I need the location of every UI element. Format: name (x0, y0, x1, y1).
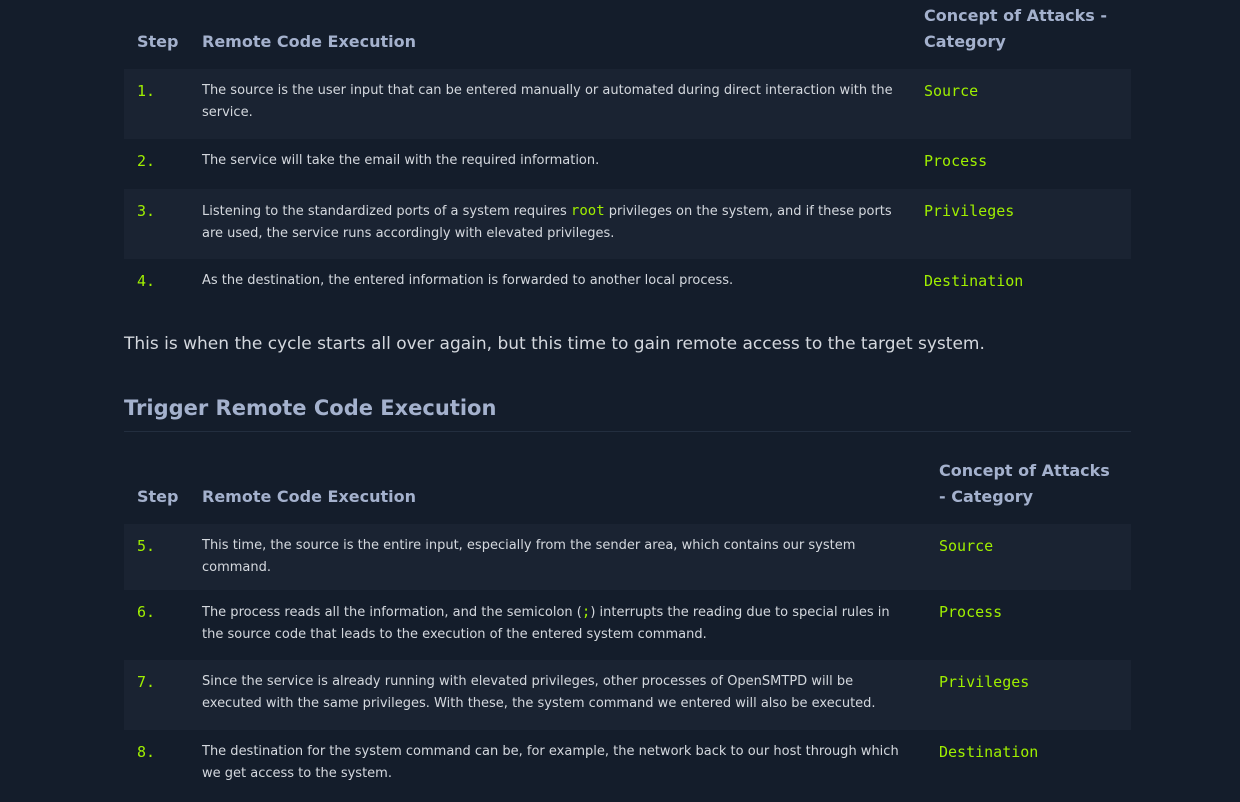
step-category: Destination (939, 743, 1039, 761)
table-header-row: Step Remote Code Execution Concept of At… (124, 444, 1131, 524)
step-number: 8. (137, 743, 156, 761)
step-number: 7. (124, 660, 189, 730)
header-remote-code-execution: Remote Code Execution (202, 487, 417, 506)
header-category: Concept of Attacks - Category (939, 461, 1110, 506)
table-header-row: Step Remote Code Execution Concept of At… (124, 0, 1131, 69)
header-step: Step (137, 487, 179, 506)
step-description: The process reads all the information, a… (189, 590, 926, 660)
step-description: Listening to the standardized ports of a… (189, 189, 911, 259)
step-number: 1. (124, 69, 189, 139)
article-content: Step Remote Code Execution Concept of At… (124, 0, 1131, 802)
table-row: 5. This time, the source is the entire i… (124, 524, 1131, 590)
step-category: Source (911, 69, 1131, 139)
step-description: The destination for the system command c… (202, 744, 899, 781)
step-number: 2. (137, 152, 156, 170)
header-step: Step (137, 32, 179, 51)
desc-text: The process reads all the information, a… (202, 605, 582, 620)
step-number: 3. (124, 189, 189, 259)
step-category: Privileges (926, 660, 1131, 730)
header-category: Concept of Attacks - Category (924, 6, 1107, 51)
table-row: 7. Since the service is already running … (124, 660, 1131, 730)
table-row: 2. The service will take the email with … (124, 139, 1131, 189)
rce-table-2: Step Remote Code Execution Concept of At… (124, 444, 1131, 802)
step-category: Process (924, 152, 988, 170)
step-number: 4. (137, 272, 156, 290)
step-description: This time, the source is the entire inpu… (189, 524, 926, 590)
step-description: The service will take the email with the… (202, 153, 600, 168)
step-category: Process (939, 603, 1003, 621)
body-paragraph: This is when the cycle starts all over a… (124, 334, 985, 354)
desc-text: Listening to the standardized ports of a… (202, 204, 571, 219)
step-category: Privileges (911, 189, 1131, 259)
table-row: 1. The source is the user input that can… (124, 69, 1131, 139)
table-row: 3. Listening to the standardized ports o… (124, 189, 1131, 259)
header-remote-code-execution: Remote Code Execution (202, 32, 417, 51)
inline-code: root (570, 203, 605, 219)
step-category: Destination (924, 272, 1024, 290)
table-row: 6. The process reads all the information… (124, 590, 1131, 660)
step-category: Source (926, 524, 1131, 590)
rce-table-1: Step Remote Code Execution Concept of At… (124, 0, 1131, 309)
step-number: 6. (137, 603, 156, 621)
step-description: Since the service is already running wit… (189, 660, 926, 730)
table-row: 8. The destination for the system comman… (124, 730, 1131, 802)
section-heading: Trigger Remote Code Execution (124, 393, 1131, 432)
step-description: The source is the user input that can be… (189, 69, 911, 139)
step-number: 5. (124, 524, 189, 590)
step-description: As the destination, the entered informat… (202, 273, 734, 288)
table-row: 4. As the destination, the entered infor… (124, 259, 1131, 309)
